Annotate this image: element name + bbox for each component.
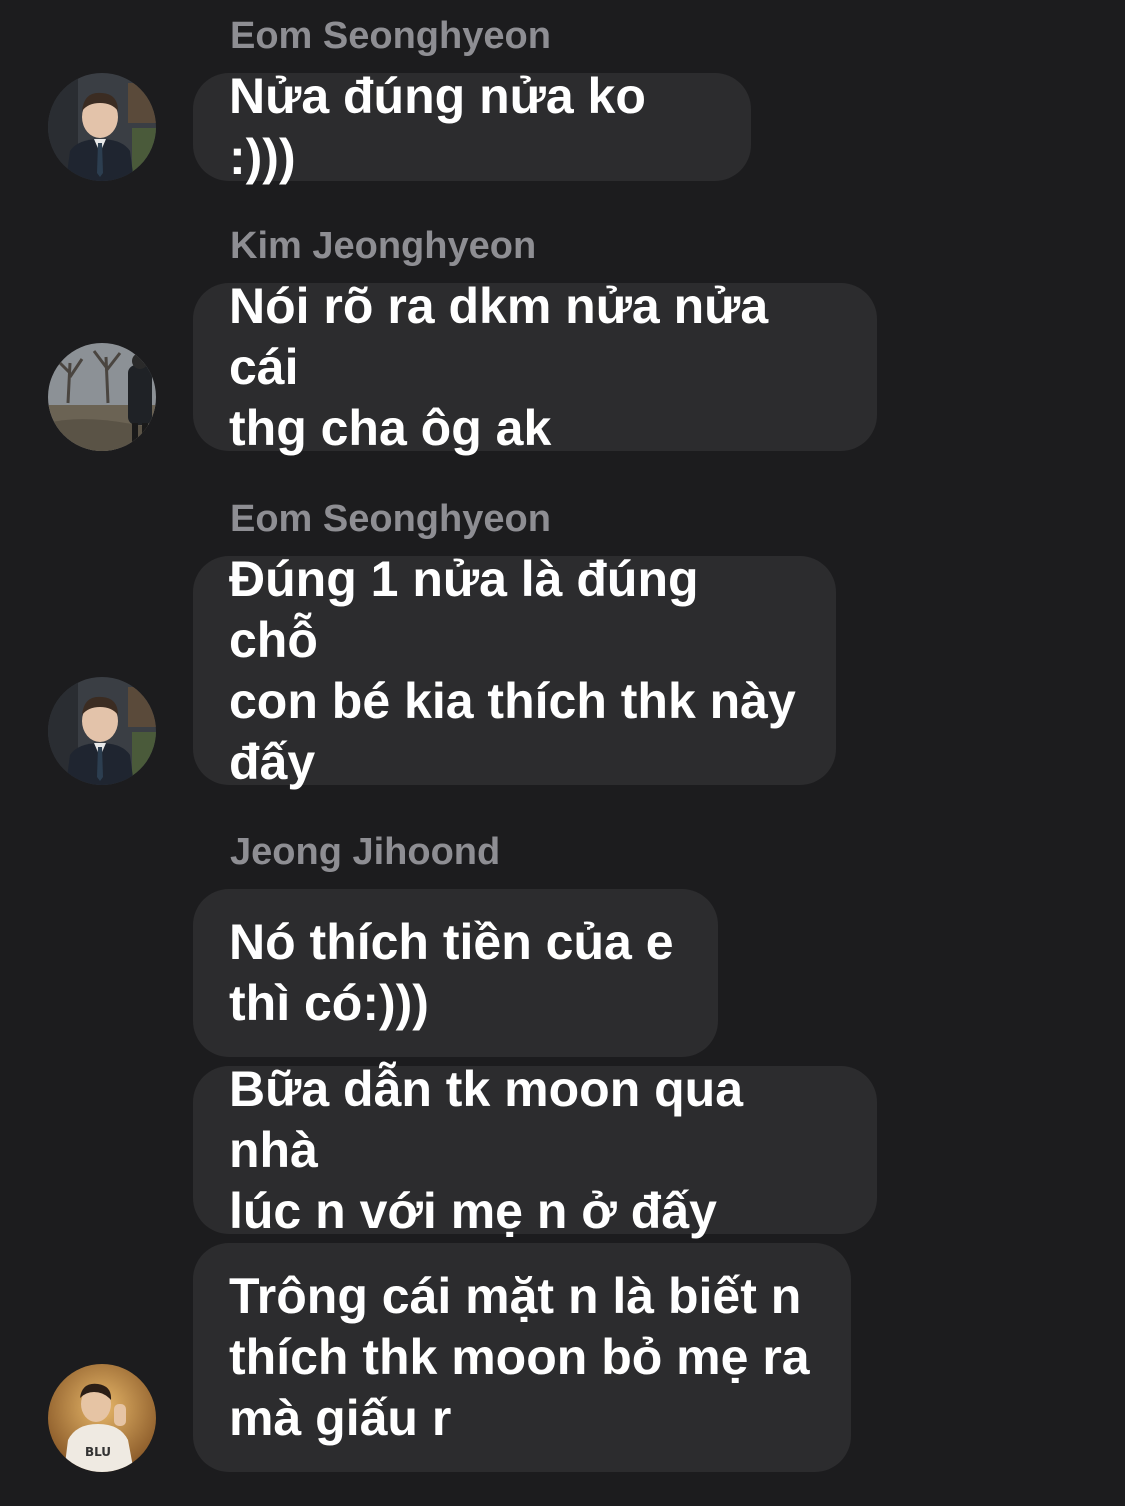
suit-portrait-avatar-icon bbox=[48, 73, 156, 181]
sender-name: Eom Seonghyeon bbox=[230, 15, 551, 57]
svg-text:BLU: BLU bbox=[85, 1445, 111, 1459]
avatar[interactable] bbox=[48, 677, 156, 785]
avatar[interactable] bbox=[48, 73, 156, 181]
warm-portrait-avatar-icon: BLU bbox=[48, 1364, 156, 1472]
message-bubble[interactable]: Nói rõ ra dkm nửa nửa cái thg cha ôg ak bbox=[193, 278, 877, 456]
message-bubble[interactable]: Đúng 1 nửa là đúng chỗ con bé kia thích … bbox=[193, 551, 836, 790]
message-bubble[interactable]: Nửa đúng nửa ko :))) bbox=[193, 68, 751, 185]
suit-portrait-avatar-icon bbox=[48, 677, 156, 785]
sender-name: Eom Seonghyeon bbox=[230, 498, 551, 540]
message-text: Đúng 1 nửa là đúng chỗ con bé kia thích … bbox=[229, 550, 796, 790]
avatar[interactable] bbox=[48, 343, 156, 451]
avatar[interactable]: BLU bbox=[48, 1364, 156, 1472]
sender-name: Kim Jeonghyeon bbox=[230, 225, 537, 267]
park-photo-avatar-icon bbox=[48, 343, 156, 451]
message-text: Nói rõ ra dkm nửa nửa cái thg cha ôg ak bbox=[229, 277, 769, 456]
sender-name: Jeong Jihoond bbox=[230, 831, 501, 873]
message-text: Nửa đúng nửa ko :))) bbox=[229, 68, 646, 185]
message-text: Nó thích tiền của e thì có:))) bbox=[229, 914, 674, 1031]
message-bubble[interactable]: Bữa dẫn tk moon qua nhà lúc n với mẹ n ở… bbox=[193, 1061, 877, 1239]
message-text: Trông cái mặt n là biết n thích thk moon… bbox=[229, 1268, 810, 1446]
message-bubble[interactable]: Trông cái mặt n là biết n thích thk moon… bbox=[193, 1243, 851, 1472]
message-bubble[interactable]: Nó thích tiền của e thì có:))) bbox=[193, 889, 718, 1057]
message-text: Bữa dẫn tk moon qua nhà lúc n với mẹ n ở… bbox=[229, 1060, 744, 1239]
